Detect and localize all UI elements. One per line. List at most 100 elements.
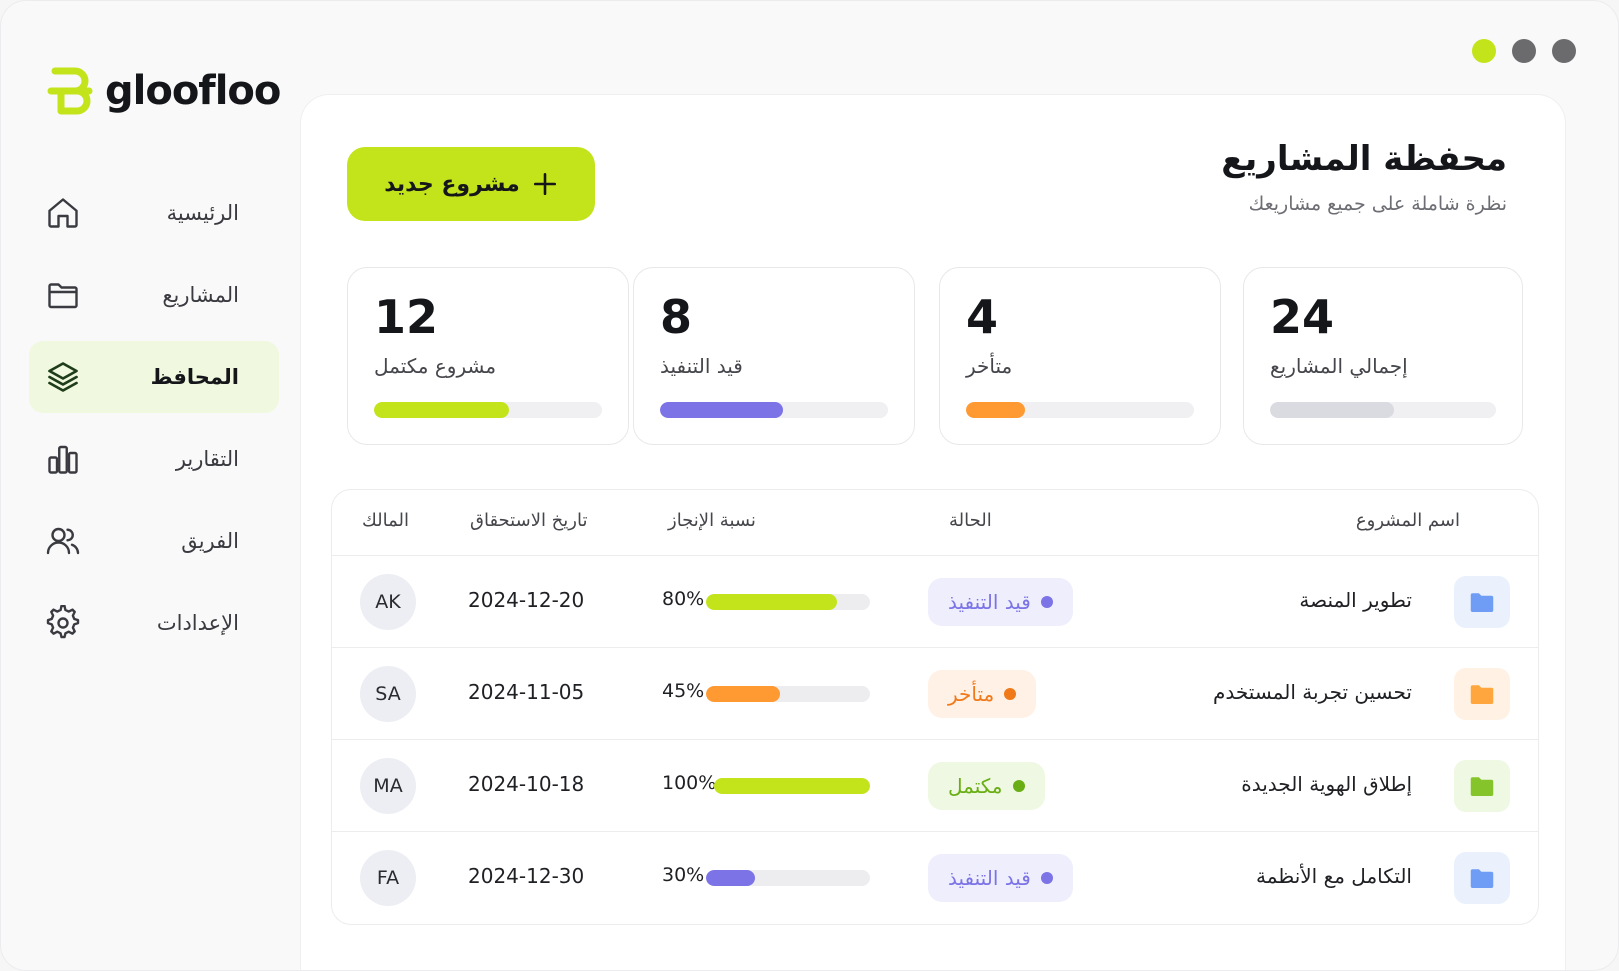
stat-label: قيد التنفيذ <box>660 354 743 378</box>
brand[interactable]: gloofloo <box>47 63 281 119</box>
table-header: اسم المشروع الحالة نسبة الإنجاز تاريخ ال… <box>332 490 1538 556</box>
stat-progress-fill <box>660 402 784 418</box>
stat-value: 8 <box>660 290 693 344</box>
stat-label: متأخر <box>966 354 1013 378</box>
stat-card-total: 24 إجمالي المشاريع <box>1243 267 1523 445</box>
gear-icon <box>46 605 80 639</box>
stat-label: إجمالي المشاريع <box>1270 354 1408 378</box>
sidebar-item-label: الإعدادات <box>156 611 239 635</box>
due-date: 2024-10-18 <box>468 772 585 796</box>
status-badge: قيد التنفيذ <box>928 578 1073 626</box>
stat-value: 24 <box>1270 290 1335 344</box>
window-dot-lime[interactable] <box>1472 39 1496 63</box>
brand-name: gloofloo <box>105 68 281 114</box>
project-name[interactable]: تحسين تجربة المستخدم <box>1213 680 1412 704</box>
window-dot-gray[interactable] <box>1512 39 1536 63</box>
status-text: قيد التنفيذ <box>948 866 1031 890</box>
stat-card-late: 4 متأخر <box>939 267 1221 445</box>
folder-icon <box>1470 593 1494 612</box>
progress-bar-fill <box>706 686 780 702</box>
projects-table: اسم المشروع الحالة نسبة الإنجاز تاريخ ال… <box>331 489 1539 925</box>
sidebar-item-home[interactable]: الرئيسية <box>29 177 279 249</box>
progress-bar-fill <box>706 870 756 886</box>
layers-icon <box>48 362 78 392</box>
project-name[interactable]: إطلاق الهوية الجديدة <box>1241 772 1412 796</box>
progress-bar-fill <box>706 594 838 610</box>
progress-percent: 30% <box>662 864 705 886</box>
window-dot-dark[interactable] <box>1552 39 1576 63</box>
table-row[interactable]: تطوير المنصة قيد التنفيذ 80% 2024-12-20 … <box>332 556 1538 648</box>
table-row[interactable]: تحسين تجربة المستخدم متأخر 45% 2024-11-0… <box>332 648 1538 740</box>
status-text: قيد التنفيذ <box>948 590 1031 614</box>
progress-bar <box>706 594 870 610</box>
stat-progress-fill <box>1270 402 1395 418</box>
logo-icon <box>47 67 93 115</box>
progress-percent: 80% <box>662 588 705 610</box>
plus-icon <box>533 172 556 196</box>
project-name[interactable]: تطوير المنصة <box>1299 588 1412 612</box>
column-header-due-date[interactable]: تاريخ الاستحقاق <box>470 510 588 531</box>
table-row[interactable]: إطلاق الهوية الجديدة مكتمل 100% 2024-10-… <box>332 740 1538 832</box>
avatar[interactable]: SA <box>360 666 416 722</box>
stat-card-completed: 12 مشروع مكتمل <box>347 267 629 445</box>
table-body: تطوير المنصة قيد التنفيذ 80% 2024-12-20 … <box>332 556 1538 924</box>
sidebar-item-label: المحافظ <box>150 365 239 389</box>
stat-value: 12 <box>374 290 439 344</box>
progress-bar <box>706 870 870 886</box>
status-badge: متأخر <box>928 670 1037 718</box>
page-subtitle: نظرة شاملة على جميع مشاريعك <box>1248 193 1507 215</box>
page-title: محفظة المشاريع <box>1221 139 1507 179</box>
sidebar-item-projects[interactable]: المشاريع <box>29 259 279 331</box>
status-dot-icon <box>1040 596 1053 608</box>
sidebar-item-portfolios[interactable]: المحافظ <box>29 341 279 413</box>
project-name[interactable]: التكامل مع الأنظمة <box>1256 864 1412 888</box>
status-text: متأخر <box>948 682 995 706</box>
avatar[interactable]: AK <box>360 574 416 630</box>
stat-progress-track <box>966 402 1194 418</box>
due-date: 2024-11-05 <box>468 680 585 704</box>
avatar[interactable]: MA <box>360 758 416 814</box>
stat-card-in-progress: 8 قيد التنفيذ <box>633 267 915 445</box>
new-project-button[interactable]: مشروع جديد <box>347 147 595 221</box>
stat-progress-track <box>1270 402 1496 418</box>
window-controls <box>1472 39 1576 63</box>
sidebar-nav: الرئيسية المشاريع المحافظ التقارير الفري… <box>29 177 279 669</box>
status-dot-icon <box>1040 872 1053 884</box>
sidebar-item-team[interactable]: الفريق <box>29 505 279 577</box>
sidebar-item-label: التقارير <box>175 447 239 471</box>
project-folder-icon <box>1454 852 1510 904</box>
sidebar-item-label: الرئيسية <box>166 201 239 225</box>
due-date: 2024-12-30 <box>468 864 585 888</box>
due-date: 2024-12-20 <box>468 588 585 612</box>
bar-chart-icon <box>48 445 78 474</box>
stat-value: 4 <box>966 290 999 344</box>
progress-bar <box>714 778 870 794</box>
new-project-label: مشروع جديد <box>384 171 520 197</box>
sidebar-item-settings[interactable]: الإعدادات <box>29 587 279 659</box>
stat-progress-fill <box>374 402 509 418</box>
progress-bar <box>706 686 870 702</box>
sidebar-item-label: الفريق <box>181 529 239 553</box>
avatar[interactable]: FA <box>360 850 416 906</box>
stat-progress-track <box>660 402 888 418</box>
column-header-progress[interactable]: نسبة الإنجاز <box>668 510 756 531</box>
project-folder-icon <box>1454 760 1510 812</box>
folder-icon <box>48 283 78 309</box>
progress-percent: 100% <box>662 772 717 794</box>
stat-label: مشروع مكتمل <box>374 354 497 378</box>
column-header-owner[interactable]: المالك <box>362 510 409 531</box>
project-folder-icon <box>1454 668 1510 720</box>
table-row[interactable]: التكامل مع الأنظمة قيد التنفيذ 30% 2024-… <box>332 832 1538 924</box>
sidebar-item-reports[interactable]: التقارير <box>29 423 279 495</box>
folder-icon <box>1470 777 1494 796</box>
stat-progress-track <box>374 402 602 418</box>
column-header-name[interactable]: اسم المشروع <box>1356 510 1460 531</box>
stat-progress-fill <box>966 402 1026 418</box>
status-text: مكتمل <box>948 774 1003 798</box>
column-header-status[interactable]: الحالة <box>949 510 992 531</box>
status-badge: مكتمل <box>928 762 1045 810</box>
progress-percent: 45% <box>662 680 705 702</box>
status-dot-icon <box>1004 688 1017 700</box>
users-icon <box>46 527 80 555</box>
sidebar-item-label: المشاريع <box>162 283 239 307</box>
